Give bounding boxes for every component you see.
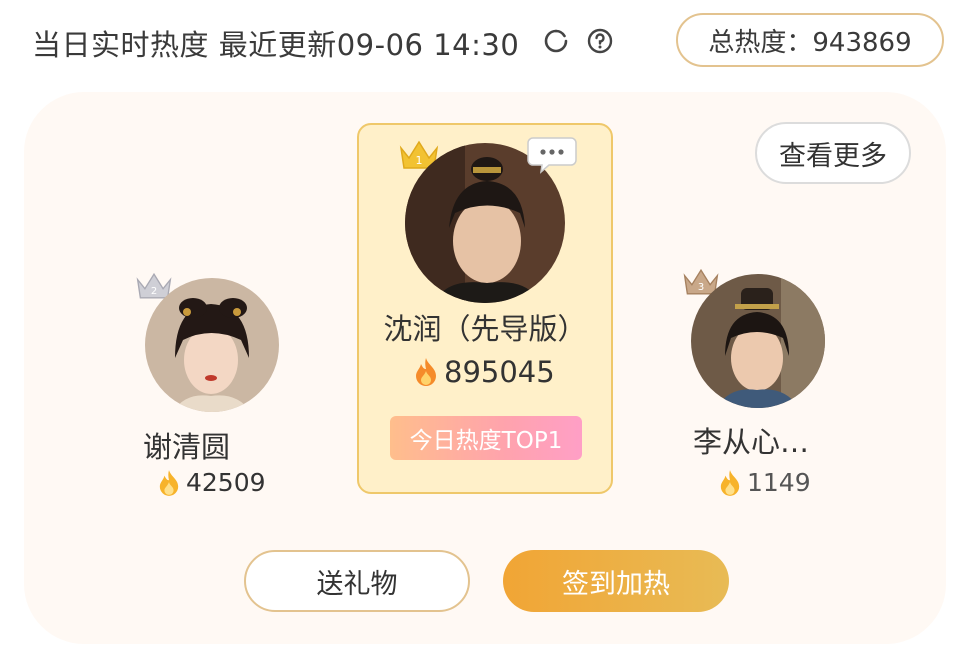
view-more-label: 查看更多 xyxy=(779,140,887,172)
flame-icon xyxy=(159,469,179,496)
send-gift-label: 送礼物 xyxy=(316,568,398,600)
rank-1-score-value: 895045 xyxy=(444,355,555,389)
rank-3-avatar[interactable] xyxy=(691,274,825,408)
rank-2-score: 42509 xyxy=(158,468,266,497)
total-heat-label: 总热度：943869 xyxy=(708,27,912,58)
rank-1-name: 沈润（先导版） xyxy=(383,312,587,346)
check-in-boost-label: 签到加热 xyxy=(562,568,670,600)
rank-3-score: 1149 xyxy=(719,468,811,497)
rank-1-score: 895045 xyxy=(414,355,555,389)
realtime-heat-title: 当日实时热度 最近更新09-06 14:30 xyxy=(32,28,520,62)
top1-badge: 今日热度TOP1 xyxy=(390,416,582,460)
rank-2-name: 谢清圆 xyxy=(143,430,231,464)
rank-3-name: 李从心… xyxy=(693,425,810,459)
total-heat-pill: 总热度：943869 xyxy=(676,13,944,67)
rank-1-number: 1 xyxy=(416,154,423,167)
rank-2-avatar[interactable] xyxy=(145,278,279,412)
more-options-icon[interactable] xyxy=(527,136,577,174)
refresh-icon[interactable] xyxy=(542,27,570,55)
rank-3-number: 3 xyxy=(698,282,704,293)
view-more-button[interactable]: 查看更多 xyxy=(755,122,911,184)
flame-icon xyxy=(416,358,436,386)
rank-2-score-value: 42509 xyxy=(186,468,266,497)
flame-icon xyxy=(720,469,740,496)
help-icon[interactable] xyxy=(586,27,614,55)
send-gift-button[interactable]: 送礼物 xyxy=(244,550,470,612)
rank-3-score-value: 1149 xyxy=(747,468,811,497)
rank-2-number: 2 xyxy=(151,286,157,297)
check-in-boost-button[interactable]: 签到加热 xyxy=(503,550,729,612)
top1-badge-label: 今日热度TOP1 xyxy=(409,428,563,454)
